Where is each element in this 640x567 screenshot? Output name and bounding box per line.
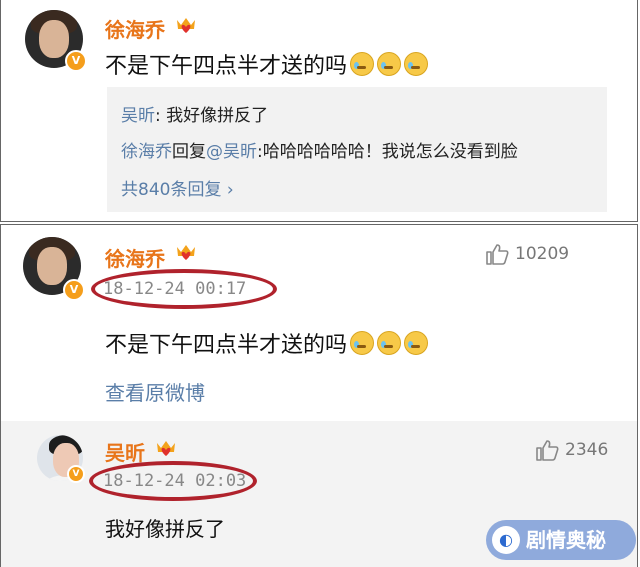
username[interactable]: 徐海乔 xyxy=(105,14,165,43)
reply-preview-box[interactable]: 吴昕: 我好像拼反了 徐海乔回复@吴昕:哈哈哈哈哈哈！我说怎么没看到脸 共840… xyxy=(107,87,607,212)
highlight-oval xyxy=(89,461,257,501)
crying-emoji-icon xyxy=(350,331,375,355)
crown-heart-icon xyxy=(157,441,175,456)
reply-mention[interactable]: @吴昕 xyxy=(206,142,257,162)
comment-card-top: V 徐海乔 不是下午四点半才送的吗 吴昕: 我好像拼反了 徐海乔回复@吴昕:哈哈… xyxy=(0,0,638,222)
view-original-link[interactable]: 查看原微博 xyxy=(105,377,205,406)
verified-v-icon: V xyxy=(65,50,87,72)
reply-text: : 我好像拼反了 xyxy=(155,106,269,126)
thumbs-up-icon xyxy=(536,440,559,461)
comment-text: 我好像拼反了 xyxy=(105,517,225,541)
comment-text: 不是下午四点半才送的吗 xyxy=(105,327,429,359)
crying-emoji-icon xyxy=(377,52,402,76)
highlight-oval xyxy=(91,269,277,309)
thumbs-up-icon xyxy=(486,244,509,265)
reply-item: 徐海乔回复@吴昕:哈哈哈哈哈哈！我说怎么没看到脸 xyxy=(121,137,518,162)
like-count: 10209 xyxy=(515,244,570,264)
reply-item: 吴昕: 我好像拼反了 xyxy=(121,101,268,126)
crown-heart-icon xyxy=(177,18,195,33)
crying-emoji-icon xyxy=(377,331,402,355)
watermark: ◐ 剧情奥秘 xyxy=(486,520,636,560)
crying-emoji-icon xyxy=(404,52,429,76)
reply-label: 回复 xyxy=(172,142,206,162)
comment-text: 不是下午四点半才送的吗 xyxy=(105,48,429,80)
crown-heart-icon xyxy=(177,245,195,260)
like-button[interactable]: 2346 xyxy=(535,439,608,461)
reply-text: :哈哈哈哈哈哈！我说怎么没看到脸 xyxy=(257,142,518,162)
more-replies-link[interactable]: 共840条回复 › xyxy=(121,175,234,200)
crying-emoji-icon xyxy=(404,331,429,355)
verified-v-icon: V xyxy=(63,279,85,301)
reply-author[interactable]: 徐海乔 xyxy=(121,142,172,162)
like-button[interactable]: 10209 xyxy=(485,243,569,265)
watermark-text: 剧情奥秘 xyxy=(526,528,606,552)
reply-author[interactable]: 吴昕 xyxy=(121,106,155,126)
like-count: 2346 xyxy=(565,440,609,460)
username[interactable]: 徐海乔 xyxy=(105,243,165,272)
crying-emoji-icon xyxy=(350,52,375,76)
comment-detail-card: V 徐海乔 18-12-24 00:17 10209 不是下午四点半才送的吗 查… xyxy=(0,224,638,567)
verified-v-icon: V xyxy=(67,465,85,483)
watermark-logo-icon: ◐ xyxy=(492,526,520,554)
